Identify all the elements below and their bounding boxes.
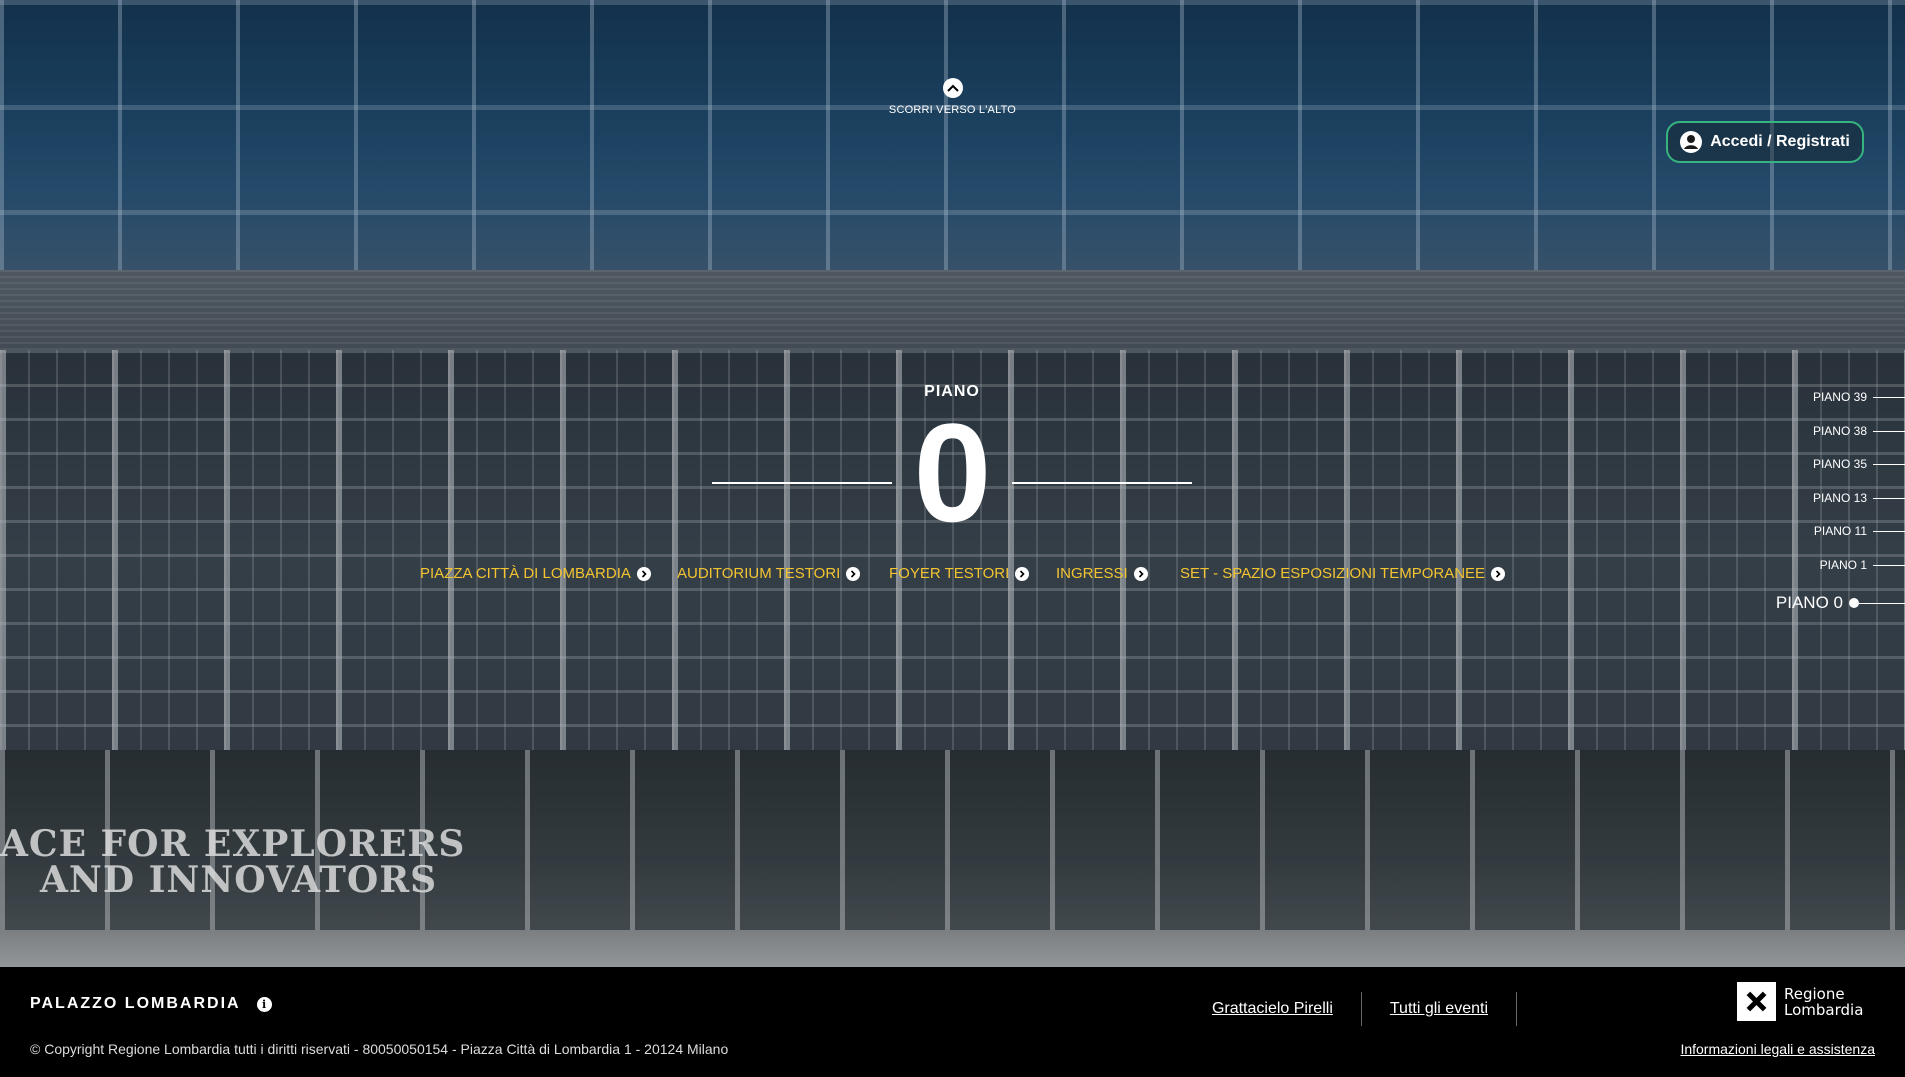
floor-nav-piano-38[interactable]: PIANO 38	[1813, 424, 1905, 438]
info-icon[interactable]: i	[256, 996, 272, 1012]
chevron-right-icon	[1133, 566, 1148, 581]
area-link-piazza[interactable]: PIAZZA CITTÀ DI LOMBARDIA	[420, 565, 651, 582]
footer: PALAZZO LOMBARDIA i Grattacielo Pirelli …	[0, 967, 1905, 1077]
area-link-label: INGRESSI	[1056, 565, 1128, 582]
area-link-label: FOYER TESTORI	[889, 565, 1010, 582]
floor-nav-label: PIANO 1	[1819, 558, 1867, 572]
chevron-right-icon	[636, 566, 651, 581]
active-floor-dot-icon	[1849, 598, 1859, 608]
floor-nav-tick	[1873, 463, 1905, 465]
floor-nav-label: PIANO 11	[1813, 524, 1867, 538]
area-link-auditorium[interactable]: AUDITORIUM TESTORI	[677, 565, 861, 582]
floor-nav-tick	[1873, 396, 1905, 398]
regione-lombardia-logo-icon	[1737, 982, 1776, 1021]
regione-lombardia-logo[interactable]: Regione Lombardia	[1737, 982, 1863, 1021]
legal-info-link[interactable]: Informazioni legali e assistenza	[1680, 1041, 1875, 1057]
area-link-label: AUDITORIUM TESTORI	[677, 565, 841, 582]
chevron-up-icon	[942, 78, 963, 98]
chevron-right-icon	[846, 566, 861, 581]
logo-text-line-1: Regione	[1784, 984, 1845, 1003]
copyright-text: © Copyright Regione Lombardia tutti i di…	[30, 1041, 729, 1057]
footer-divider	[1360, 992, 1362, 1026]
chevron-right-icon	[1015, 566, 1030, 581]
logo-text: Regione Lombardia	[1784, 986, 1863, 1018]
area-link-ingressi[interactable]: INGRESSI	[1056, 565, 1148, 582]
login-register-button[interactable]: Accedi / Registrati	[1666, 121, 1864, 163]
link-grattacielo-pirelli[interactable]: Grattacielo Pirelli	[1212, 1000, 1333, 1018]
floor-nav-label: PIANO 13	[1812, 491, 1867, 505]
area-link-label: SET - SPAZIO ESPOSIZIONI TEMPORANEE	[1180, 565, 1486, 582]
brand-name: PALAZZO LOMBARDIA	[30, 995, 241, 1012]
floor-nav-label: PIANO 38	[1812, 424, 1867, 438]
floor-nav-piano-13[interactable]: PIANO 13	[1813, 491, 1905, 505]
scroll-up-button[interactable]: SCORRI VERSO L'ALTO	[880, 78, 1025, 116]
login-label: Accedi / Registrati	[1710, 133, 1850, 150]
floor-divider-left	[712, 482, 892, 484]
footer-brand: PALAZZO LOMBARDIA i	[30, 995, 272, 1013]
floor-number: 0	[913, 394, 992, 551]
user-circle-icon	[1680, 131, 1703, 153]
area-link-label: PIAZZA CITTÀ DI LOMBARDIA	[420, 565, 631, 582]
floor-nav-tick	[1873, 530, 1905, 532]
area-links: PIAZZA CITTÀ DI LOMBARDIA AUDITORIUM TES…	[0, 565, 1905, 587]
floor-nav-tick	[1859, 602, 1905, 604]
floor-nav-tick	[1873, 497, 1905, 499]
floor-nav-piano-1[interactable]: PIANO 1	[1820, 558, 1905, 572]
floor-nav-label: PIANO 39	[1812, 390, 1867, 404]
chevron-right-icon	[1491, 566, 1506, 581]
floor-nav-piano-39[interactable]: PIANO 39	[1813, 390, 1905, 404]
area-link-set[interactable]: SET - SPAZIO ESPOSIZIONI TEMPORANEE	[1180, 565, 1506, 582]
floor-nav-piano-11[interactable]: PIANO 11	[1814, 524, 1905, 538]
logo-text-line-2: Lombardia	[1784, 1000, 1864, 1019]
floor-divider-right	[1012, 482, 1192, 484]
floor-nav-tick	[1873, 564, 1905, 566]
footer-links: Grattacielo Pirelli Tutti gli eventi	[1212, 992, 1545, 1026]
floor-nav-piano-35[interactable]: PIANO 35	[1813, 457, 1905, 471]
floor-nav-tick	[1873, 430, 1905, 432]
floor-nav-label: PIANO 35	[1812, 457, 1867, 471]
floor-nav-piano-0[interactable]: PIANO 0	[1776, 593, 1905, 613]
scroll-up-label: SCORRI VERSO L'ALTO	[888, 104, 1017, 116]
footer-divider	[1516, 992, 1517, 1026]
floor-nav-label: PIANO 0	[1775, 593, 1843, 612]
area-link-foyer[interactable]: FOYER TESTORI	[889, 565, 1030, 582]
link-tutti-gli-eventi[interactable]: Tutti gli eventi	[1390, 1000, 1488, 1018]
